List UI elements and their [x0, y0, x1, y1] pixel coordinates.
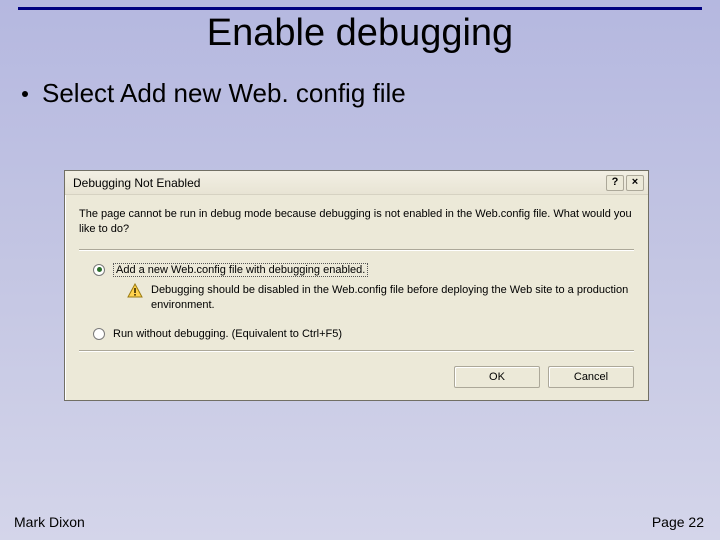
ok-button[interactable]: OK [454, 366, 540, 388]
radio-label-run-without-debug: Run without debugging. (Equivalent to Ct… [113, 328, 342, 340]
warning-row: Debugging should be disabled in the Web.… [127, 283, 634, 313]
footer-page: Page 22 [652, 514, 704, 530]
radio-row-run-without-debug[interactable]: Run without debugging. (Equivalent to Ct… [93, 328, 634, 340]
close-button[interactable]: × [626, 175, 644, 191]
dialog-body: The page cannot be run in debug mode bec… [65, 195, 648, 400]
slide-divider [18, 7, 702, 10]
help-button[interactable]: ? [606, 175, 624, 191]
fieldset-bottom-line [79, 350, 634, 352]
radio-run-without-debug[interactable] [93, 328, 105, 340]
radio-group: Add a new Web.config file with debugging… [79, 263, 634, 341]
radio-add-webconfig[interactable] [93, 264, 105, 276]
slide-title: Enable debugging [0, 12, 720, 55]
radio-label-add-webconfig: Add a new Web.config file with debugging… [113, 263, 368, 277]
radio-row-add-webconfig[interactable]: Add a new Web.config file with debugging… [93, 263, 634, 277]
warning-icon [127, 283, 143, 304]
dialog-button-row: OK Cancel [79, 362, 634, 388]
slide-bullet: Select Add new Web. config file [22, 78, 406, 109]
dialog-titlebar: Debugging Not Enabled ? × [65, 171, 648, 195]
footer-author: Mark Dixon [14, 514, 85, 530]
bullet-dot [22, 91, 28, 97]
titlebar-buttons: ? × [606, 175, 644, 191]
dialog-message: The page cannot be run in debug mode bec… [79, 207, 634, 237]
dialog-title: Debugging Not Enabled [73, 176, 200, 190]
fieldset-top-line [79, 249, 634, 251]
warning-text: Debugging should be disabled in the Web.… [151, 283, 634, 313]
bullet-text: Select Add new Web. config file [42, 78, 406, 109]
cancel-button[interactable]: Cancel [548, 366, 634, 388]
dialog-debugging-not-enabled: Debugging Not Enabled ? × The page canno… [64, 170, 649, 401]
